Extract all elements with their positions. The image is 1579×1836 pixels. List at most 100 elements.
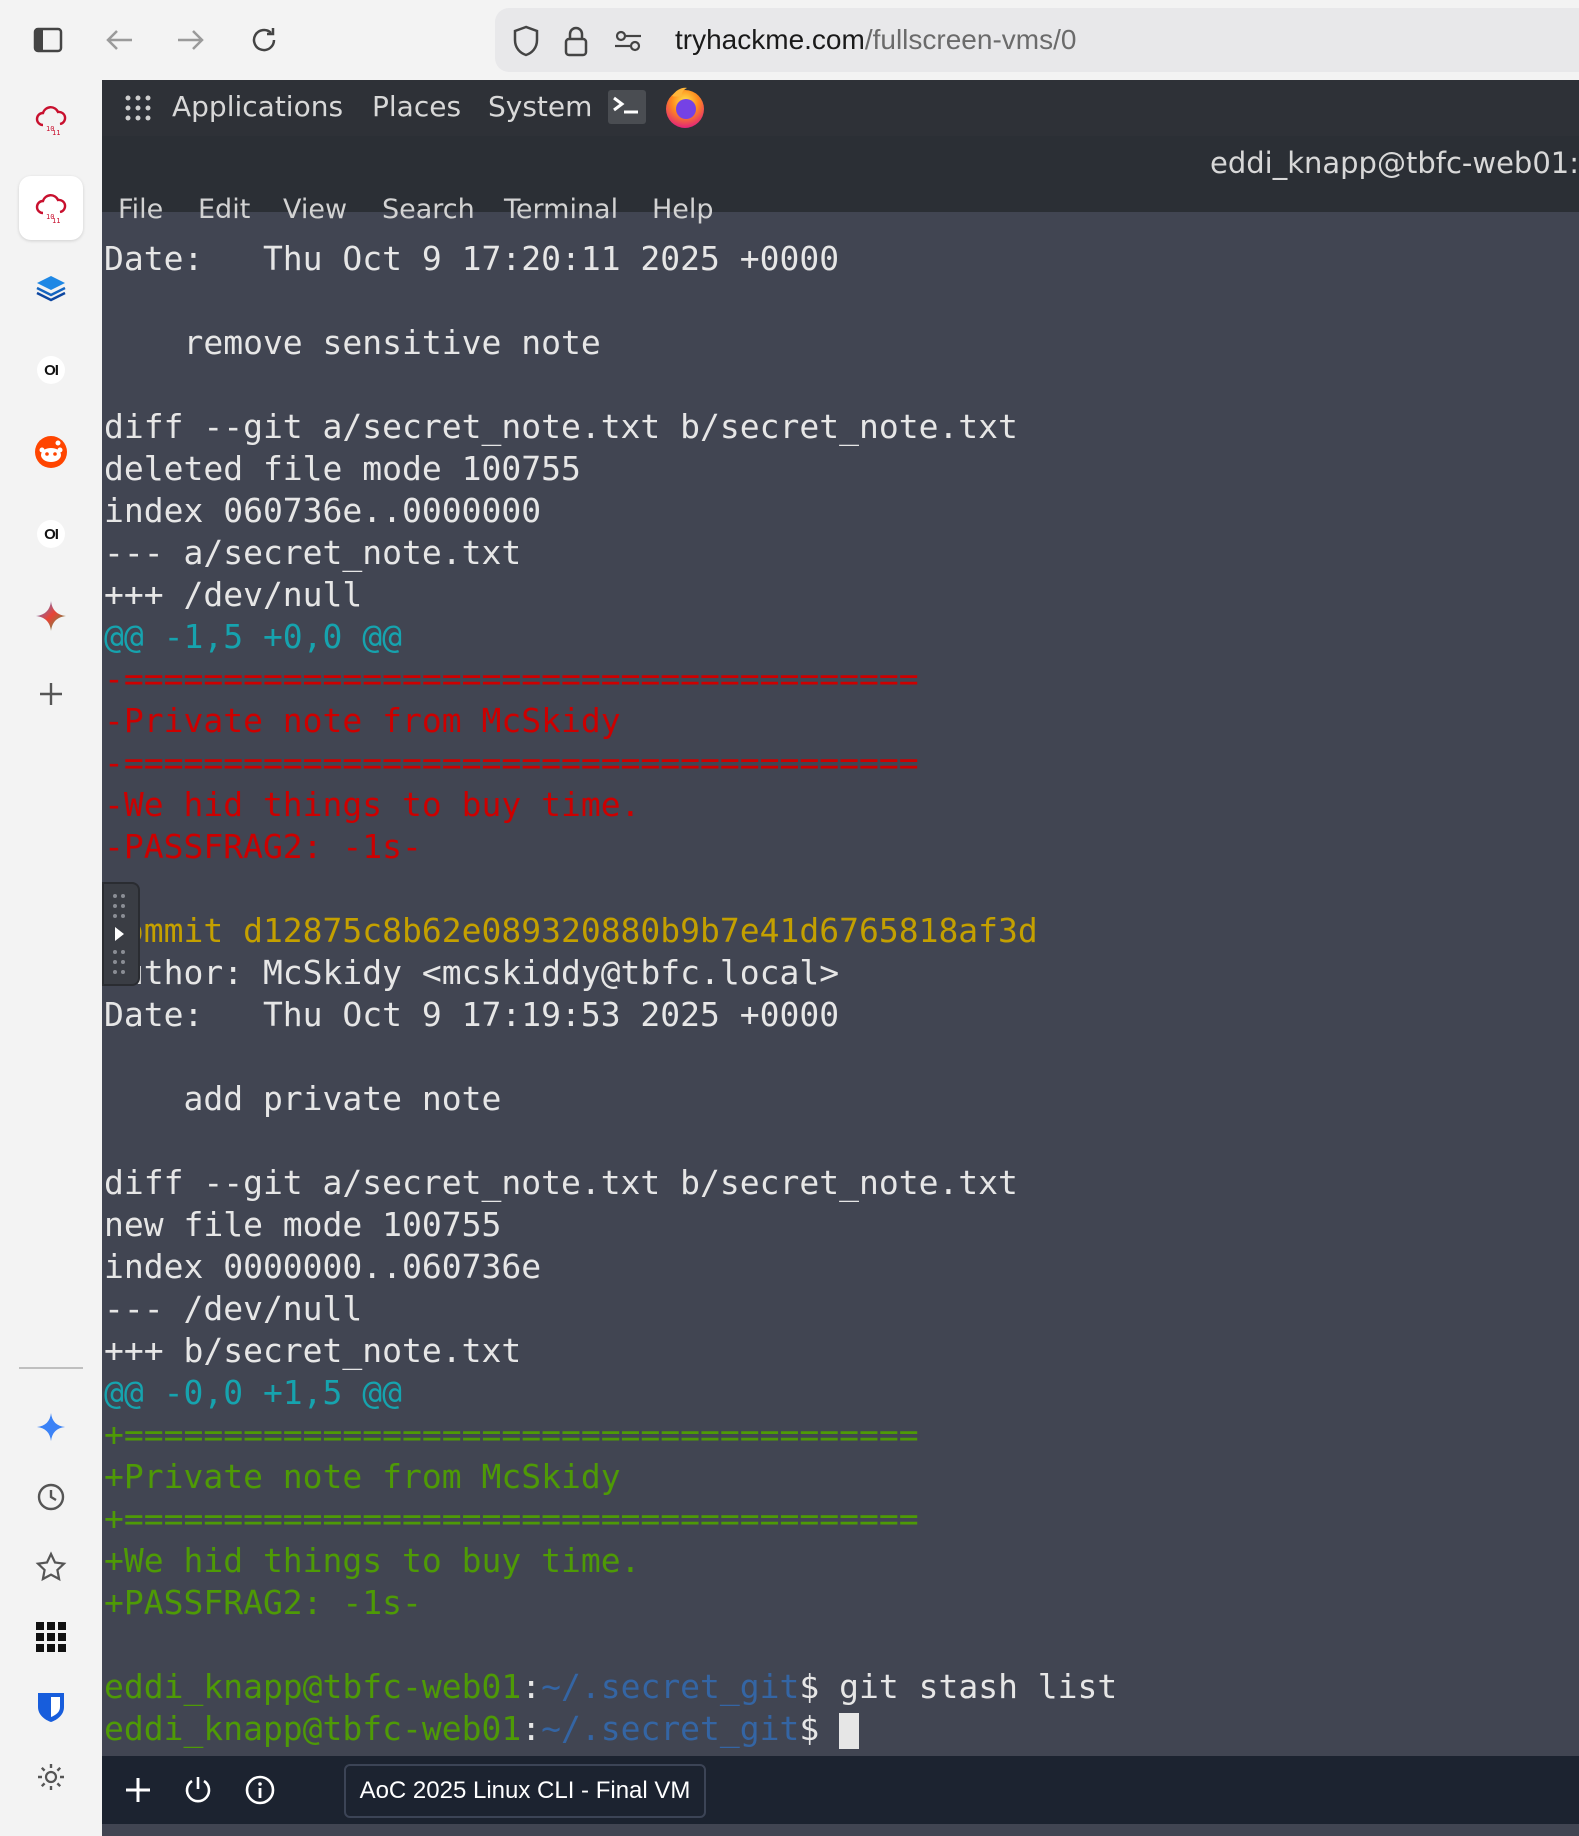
command-text	[819, 1709, 839, 1748]
prompt-separator: :	[521, 1709, 542, 1748]
sidebar-apps-button[interactable]	[19, 1605, 83, 1669]
terminal-prompt-line: eddi_knapp@tbfc-web01:~/.secret_git$	[104, 1708, 860, 1750]
stack-icon	[36, 276, 66, 302]
terminal-title: eddi_knapp@tbfc-web01:	[1209, 146, 1579, 180]
site-permissions-icon[interactable]	[613, 26, 643, 56]
vm-control-bar: AoC 2025 Linux CLI - Final VM	[102, 1756, 1579, 1824]
back-arrow-icon[interactable]	[97, 18, 141, 62]
vm-panel-handle[interactable]	[102, 882, 140, 986]
places-menu[interactable]: Places	[372, 90, 461, 123]
sidebar-item-tryhackme[interactable]: 10 11	[19, 88, 83, 152]
history-icon	[37, 1483, 65, 1511]
power-icon[interactable]	[176, 1768, 220, 1812]
favorites-icon	[35, 1551, 67, 1582]
terminal-output[interactable]: Date: Thu Oct 9 17:20:11 2025 +0000 remo…	[102, 236, 1579, 1836]
sidebar-history-button[interactable]	[19, 1465, 83, 1529]
menu-search[interactable]: Search	[382, 194, 475, 225]
apps-grid-icon[interactable]	[124, 94, 152, 126]
vm-screen[interactable]: Applications Places System eddi_knapp@tb…	[102, 80, 1579, 1836]
firefox-icon[interactable]	[662, 84, 708, 134]
terminal-line: -Private note from McSkidy	[104, 701, 621, 740]
prompt-path: ~/.secret_git	[541, 1709, 800, 1748]
add-sidebar-item-button[interactable]	[19, 662, 83, 726]
sidebar-item-gemini[interactable]	[19, 584, 83, 648]
bitwarden-icon	[38, 1693, 64, 1722]
apps-icon	[36, 1622, 66, 1652]
prompt-user: eddi_knapp@tbfc-web01	[104, 1709, 522, 1748]
prompt-symbol: $	[799, 1667, 820, 1706]
terminal-line: +++ b/secret_note.txt	[104, 1331, 522, 1370]
terminal-line: diff --git a/secret_note.txt b/secret_no…	[104, 407, 1018, 446]
terminal-menubar: File Edit View Search Terminal Help	[102, 186, 1579, 236]
terminal-line: -PASSFRAG2: -1s-	[104, 827, 422, 866]
terminal-line: +=======================================…	[104, 1415, 919, 1454]
prompt-user: eddi_knapp@tbfc-web01	[104, 1667, 522, 1706]
terminal-line: -We hid things to buy time.	[104, 785, 641, 824]
prompt-symbol: $	[799, 1709, 820, 1748]
gnome-top-panel: Applications Places System	[102, 80, 1579, 136]
forward-arrow-icon[interactable]	[169, 18, 213, 62]
terminal-line: add private note	[104, 1079, 502, 1118]
browser-sidebar: 10 11 10 11 OI OI	[0, 80, 102, 1824]
sidebar-gemini-button[interactable]	[19, 1395, 83, 1459]
menu-terminal[interactable]: Terminal	[504, 194, 618, 225]
sidebar-toggle-icon[interactable]	[26, 18, 70, 62]
tryhackme-cloud-icon: 1011	[35, 194, 67, 225]
terminal-line: Author: McSkidy <mcskiddy@tbfc.local>	[104, 953, 840, 992]
menu-edit[interactable]: Edit	[198, 194, 250, 225]
terminal-line: index 0000000..060736e	[104, 1247, 542, 1286]
vm-name-button[interactable]: AoC 2025 Linux CLI - Final VM	[344, 1764, 706, 1818]
terminal-line: index 060736e..0000000	[104, 491, 542, 530]
svg-text:11: 11	[52, 217, 60, 225]
system-menu[interactable]: System	[488, 90, 592, 123]
sidebar-item-ol-2[interactable]: OI	[19, 502, 83, 566]
terminal-line: +Private note from McSkidy	[104, 1457, 621, 1496]
terminal-launcher-icon[interactable]	[608, 90, 646, 124]
address-bar[interactable]: tryhackme.com/fullscreen-vms/0	[495, 8, 1579, 72]
applications-menu[interactable]: Applications	[172, 90, 343, 123]
terminal-line: diff --git a/secret_note.txt b/secret_no…	[104, 1163, 1018, 1202]
terminal-line: @@ -1,5 +0,0 @@	[104, 617, 403, 656]
terminal-line: +We hid things to buy time.	[104, 1541, 641, 1580]
shield-icon[interactable]	[511, 25, 541, 57]
add-icon[interactable]	[116, 1768, 160, 1812]
terminal-line: Date: Thu Oct 9 17:19:53 2025 +0000	[104, 995, 840, 1034]
sidebar-bitwarden-button[interactable]	[19, 1675, 83, 1739]
terminal-line: deleted file mode 100755	[104, 449, 581, 488]
terminal-line: @@ -0,0 +1,5 @@	[104, 1373, 403, 1412]
terminal-prompt-line: eddi_knapp@tbfc-web01:~/.secret_git$ git…	[104, 1666, 1117, 1708]
sidebar-item-stack[interactable]	[19, 256, 83, 320]
browser-toolbar: tryhackme.com/fullscreen-vms/0	[0, 0, 1579, 80]
menu-help[interactable]: Help	[652, 194, 714, 225]
terminal-cursor	[839, 1712, 860, 1749]
terminal-line: new file mode 100755	[104, 1205, 502, 1244]
svg-text:11: 11	[52, 129, 60, 137]
lock-icon[interactable]	[561, 26, 591, 57]
gemini-icon	[36, 601, 66, 631]
reddit-icon	[35, 436, 67, 468]
expand-arrow-icon	[113, 894, 125, 974]
terminal-line: +PASSFRAG2: -1s-	[104, 1583, 422, 1622]
sidebar-favorites-button[interactable]	[19, 1535, 83, 1599]
info-icon[interactable]	[238, 1768, 282, 1812]
terminal-line: commit d12875c8b62e089320880b9b7e41d6765…	[104, 911, 1038, 950]
url-text[interactable]: tryhackme.com/fullscreen-vms/0	[675, 24, 1076, 56]
terminal-line: Date: Thu Oct 9 17:20:11 2025 +0000	[104, 239, 840, 278]
terminal-line: --- a/secret_note.txt	[104, 533, 522, 572]
menu-view[interactable]: View	[283, 194, 347, 225]
sidebar-item-reddit[interactable]	[19, 420, 83, 484]
menu-file[interactable]: File	[118, 194, 163, 225]
reload-icon[interactable]	[242, 18, 286, 62]
terminal-line: -=======================================…	[104, 743, 919, 782]
sidebar-settings-button[interactable]	[19, 1745, 83, 1809]
terminal-line: +=======================================…	[104, 1499, 919, 1538]
prompt-path: ~/.secret_git	[541, 1667, 800, 1706]
terminal-line: -=======================================…	[104, 659, 919, 698]
sidebar-item-ol-1[interactable]: OI	[19, 338, 83, 402]
sidebar-item-tryhackme-active[interactable]: 10 11	[19, 176, 83, 240]
prompt-separator: :	[521, 1667, 542, 1706]
sidebar-divider	[19, 1367, 83, 1369]
terminal-line: --- /dev/null	[104, 1289, 363, 1328]
ol-icon: OI	[37, 520, 65, 548]
plus-icon	[40, 683, 62, 705]
